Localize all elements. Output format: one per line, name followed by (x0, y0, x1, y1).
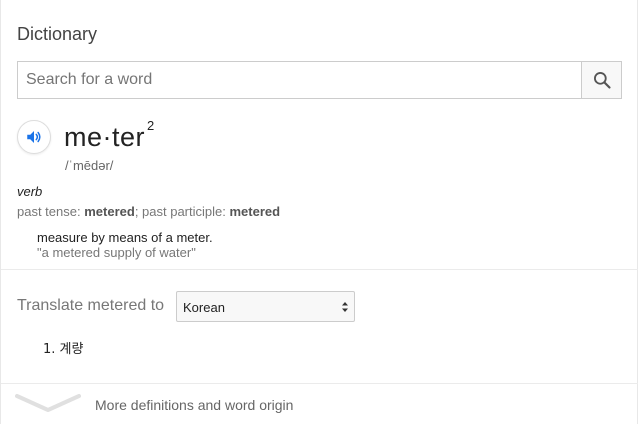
past-tense-value: metered (84, 204, 135, 219)
pronunciation-button[interactable] (17, 120, 51, 154)
dictionary-card: Dictionary me·ter2 /ˈmēdər/ verb past te… (0, 0, 638, 424)
select-arrows-icon (342, 302, 348, 312)
past-tense-label: past tense: (17, 204, 81, 219)
example-sentence: "a metered supply of water" (37, 245, 196, 260)
search-box (17, 61, 622, 99)
more-definitions-label: More definitions and word origin (95, 397, 294, 413)
word-forms: past tense: metered; past participle: me… (17, 204, 280, 219)
search-button[interactable] (581, 62, 621, 98)
definition: measure by means of a meter. (37, 230, 213, 245)
panel-title: Dictionary (17, 24, 98, 44)
translation-text: 계량 (59, 342, 84, 357)
speaker-icon (27, 131, 41, 143)
phonetic-spelling: /ˈmēdər/ (65, 158, 114, 173)
chevron-down-icon (15, 394, 81, 412)
headword-text: me·ter (64, 122, 146, 152)
headword: me·ter 2 (64, 118, 155, 153)
homograph-number: 2 (147, 118, 155, 133)
past-participle-label: ; past participle: (134, 204, 226, 219)
search-icon (593, 72, 611, 89)
past-participle-value: metered (229, 204, 281, 219)
divider (1, 269, 638, 270)
more-definitions-link[interactable]: More definitions and word origin (1, 384, 638, 424)
search-input[interactable] (18, 62, 582, 98)
language-select[interactable]: Korean (176, 291, 355, 322)
translation-item: 1. 계량 (43, 338, 83, 357)
translate-label: Translate metered to (17, 297, 165, 314)
part-of-speech: verb (17, 184, 43, 199)
translation-number: 1. (43, 342, 56, 357)
selected-language: Korean (183, 300, 225, 315)
